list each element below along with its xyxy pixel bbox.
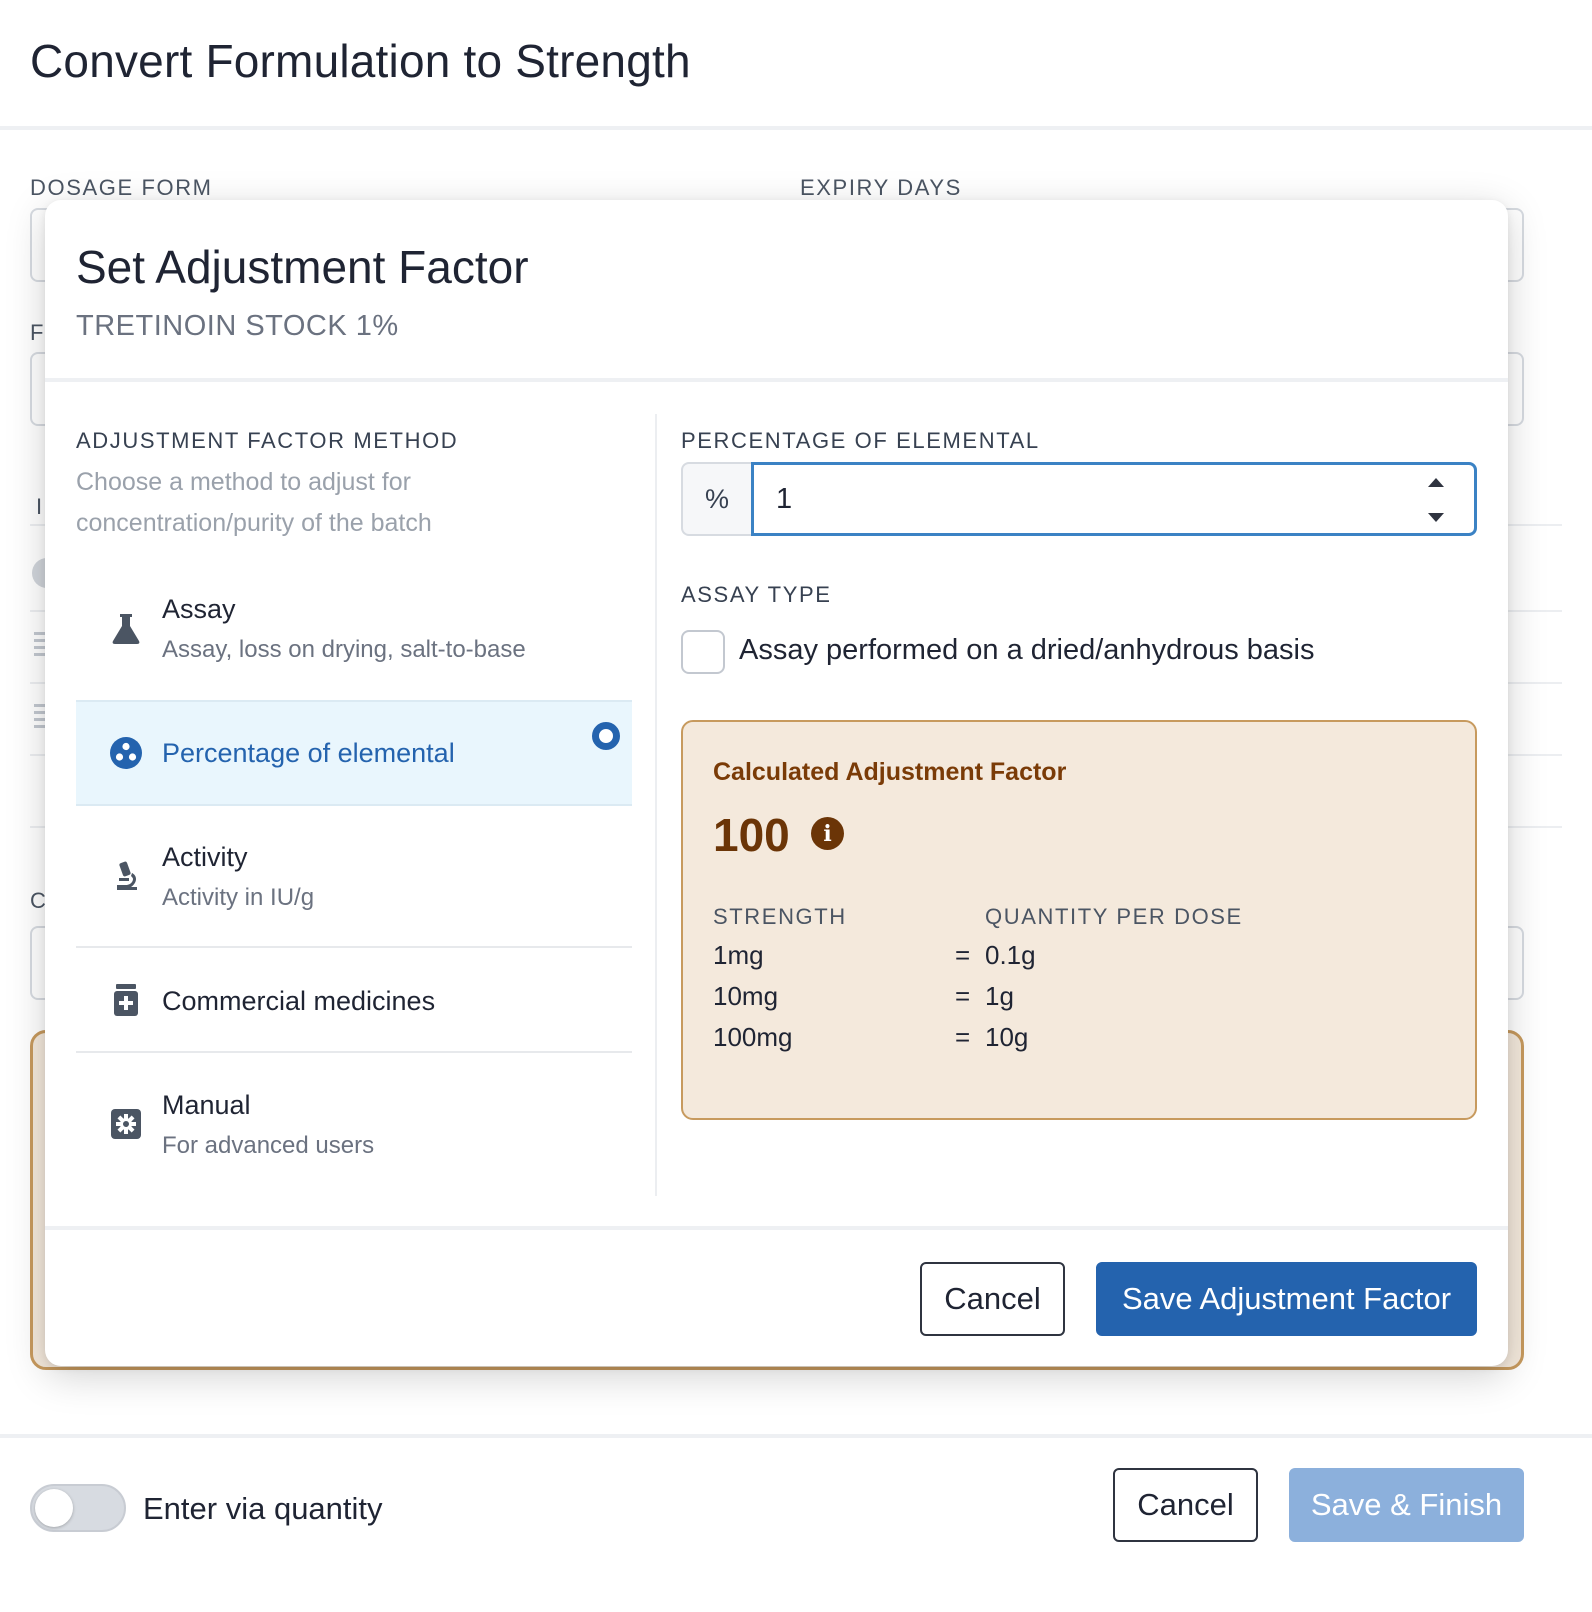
percentage-input-group: % bbox=[681, 462, 1477, 536]
method-separator bbox=[76, 946, 632, 948]
method-help-text: Choose a method to adjust for concentrat… bbox=[76, 468, 432, 537]
method-option-percentage-elemental[interactable]: Percentage of elemental bbox=[76, 700, 632, 806]
modal-cancel-button[interactable]: Cancel bbox=[920, 1262, 1065, 1336]
strength-cell: 10mg bbox=[713, 981, 779, 1011]
percentage-elemental-input[interactable] bbox=[751, 462, 1477, 536]
anhydrous-basis-label[interactable]: Assay performed on a dried/anhydrous bas… bbox=[739, 634, 1314, 667]
toggle-knob bbox=[35, 1489, 73, 1527]
quantity-column-header: QUANTITY PER DOSE bbox=[985, 904, 1243, 929]
method-description: Activity in IU/g bbox=[162, 884, 315, 911]
anhydrous-basis-checkbox[interactable] bbox=[681, 630, 725, 674]
method-option-activity[interactable]: Activity Activity in IU/g bbox=[76, 826, 632, 934]
info-icon[interactable]: i bbox=[811, 817, 844, 850]
equals-sign: = bbox=[955, 940, 971, 970]
modal-title: Set Adjustment Factor bbox=[76, 241, 529, 293]
method-title: Percentage of elemental bbox=[162, 738, 455, 768]
method-description: Assay, loss on drying, salt-to-base bbox=[162, 636, 526, 663]
save-adjustment-factor-button[interactable]: Save Adjustment Factor bbox=[1096, 1262, 1477, 1336]
strength-cell: 1mg bbox=[713, 940, 764, 970]
flask-icon bbox=[110, 612, 142, 644]
equals-sign: = bbox=[955, 981, 971, 1011]
footer-cancel-button[interactable]: Cancel bbox=[1113, 1468, 1258, 1542]
save-finish-button[interactable]: Save & Finish bbox=[1289, 1468, 1524, 1542]
method-option-commercial-medicines[interactable]: Commercial medicines bbox=[76, 952, 632, 1048]
obscured-field-label: C bbox=[30, 888, 46, 913]
spinner-down-icon[interactable] bbox=[1428, 513, 1444, 522]
method-title: Commercial medicines bbox=[162, 986, 436, 1016]
obscured-field-label: F bbox=[30, 320, 44, 345]
toggle-label: Enter via quantity bbox=[143, 1491, 383, 1526]
microscope-icon bbox=[110, 860, 142, 892]
dosage-form-label: DOSAGE FORM bbox=[30, 175, 213, 200]
set-adjustment-factor-modal: Set Adjustment Factor TRETINOIN STOCK 1%… bbox=[45, 200, 1508, 1366]
strength-column-header: STRENGTH bbox=[713, 904, 847, 929]
method-title: Activity bbox=[162, 842, 248, 872]
method-separator bbox=[76, 1051, 632, 1053]
obscured-section-label: I bbox=[36, 494, 43, 519]
calculated-factor-value: 100 bbox=[713, 809, 790, 861]
medicine-box-icon bbox=[110, 984, 142, 1016]
equals-sign: = bbox=[955, 1022, 971, 1052]
modal-subtitle: TRETINOIN STOCK 1% bbox=[76, 310, 399, 342]
strength-cell: 100mg bbox=[713, 1022, 793, 1052]
selected-radio[interactable] bbox=[592, 722, 620, 750]
quantity-cell: 10g bbox=[985, 1022, 1029, 1052]
column-divider bbox=[655, 414, 657, 1196]
method-option-assay[interactable]: Assay Assay, loss on drying, salt-to-bas… bbox=[76, 582, 632, 682]
method-title: Manual bbox=[162, 1090, 251, 1120]
gear-icon bbox=[110, 1108, 142, 1140]
page-header-divider bbox=[0, 126, 1592, 130]
method-section-label: ADJUSTMENT FACTOR METHOD bbox=[76, 428, 459, 453]
method-description: For advanced users bbox=[162, 1132, 375, 1159]
percent-addon: % bbox=[681, 462, 751, 536]
calculated-factor-box: Calculated Adjustment Factor 100 i STREN… bbox=[681, 720, 1477, 1120]
quantity-cell: 1g bbox=[985, 981, 1014, 1011]
page-title: Convert Formulation to Strength bbox=[30, 35, 691, 87]
atom-icon bbox=[110, 737, 142, 769]
expiry-days-label: EXPIRY DAYS bbox=[800, 175, 962, 200]
modal-footer-divider bbox=[45, 1226, 1508, 1230]
enter-via-quantity-toggle[interactable] bbox=[30, 1484, 126, 1532]
method-title: Assay bbox=[162, 594, 236, 624]
number-spinner[interactable] bbox=[1421, 478, 1451, 522]
assay-type-label: ASSAY TYPE bbox=[681, 582, 832, 607]
quantity-cell: 0.1g bbox=[985, 940, 1036, 970]
percentage-elemental-label: PERCENTAGE OF ELEMENTAL bbox=[681, 428, 1040, 453]
modal-header-divider bbox=[45, 378, 1508, 382]
calculated-factor-title: Calculated Adjustment Factor bbox=[713, 758, 1067, 786]
method-option-manual[interactable]: Manual For advanced users bbox=[76, 1068, 632, 1178]
spinner-up-icon[interactable] bbox=[1428, 478, 1444, 487]
